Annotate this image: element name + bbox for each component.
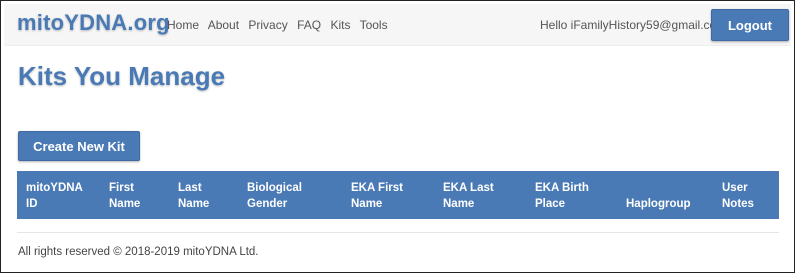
footer-divider bbox=[17, 232, 779, 233]
column-header-line: Notes bbox=[722, 198, 754, 210]
nav-link-about[interactable]: About bbox=[208, 18, 239, 32]
footer-copyright: All rights reserved © 2018-2019 mitoYDNA… bbox=[18, 246, 259, 258]
column-header-biological-gender[interactable]: Biological Gender bbox=[247, 180, 302, 212]
column-header-user-notes[interactable]: User Notes bbox=[722, 180, 754, 212]
column-header-line: Biological bbox=[247, 182, 302, 194]
create-new-kit-button[interactable]: Create New Kit bbox=[18, 131, 140, 161]
column-header-line: Name bbox=[443, 198, 475, 210]
column-header-line: Place bbox=[535, 198, 566, 210]
column-header-line: EKA Last bbox=[443, 182, 494, 194]
column-header-line: Gender bbox=[247, 198, 288, 210]
column-header-haplogroup[interactable]: Haplogroup bbox=[626, 180, 691, 212]
nav-link-kits[interactable]: Kits bbox=[330, 18, 350, 32]
column-header-line: Haplogroup bbox=[626, 198, 691, 210]
navbar: mitoYDNA.org Home About Privacy FAQ Kits… bbox=[4, 4, 791, 46]
column-header-line: Last bbox=[178, 182, 202, 194]
column-header-line: Name bbox=[351, 198, 383, 210]
column-header-last-name[interactable]: Last Name bbox=[178, 180, 209, 212]
column-header-line: EKA First bbox=[351, 182, 403, 194]
column-header-eka-last-name[interactable]: EKA Last Name bbox=[443, 180, 494, 212]
column-header-line: Name bbox=[178, 198, 210, 210]
nav-link-tools[interactable]: Tools bbox=[360, 18, 388, 32]
nav-link-home[interactable]: Home bbox=[167, 18, 199, 32]
column-header-eka-birth-place[interactable]: EKA Birth Place bbox=[535, 180, 589, 212]
user-greeting: Hello iFamilyHistory59@gmail.com! bbox=[540, 18, 730, 32]
column-header-line: mitoYDNA bbox=[26, 182, 83, 194]
column-header-line bbox=[626, 180, 691, 196]
brand-logo[interactable]: mitoYDNA.org bbox=[17, 10, 170, 36]
column-header-line: User bbox=[722, 182, 748, 194]
column-header-line: Name bbox=[109, 198, 141, 210]
column-header-eka-first-name[interactable]: EKA First Name bbox=[351, 180, 403, 212]
nav-link-faq[interactable]: FAQ bbox=[297, 18, 321, 32]
column-header-first-name[interactable]: First Name bbox=[109, 180, 140, 212]
nav-link-privacy[interactable]: Privacy bbox=[248, 18, 287, 32]
column-header-line: EKA Birth bbox=[535, 182, 589, 194]
column-header-line: First bbox=[109, 182, 134, 194]
column-header-line: ID bbox=[26, 198, 38, 210]
column-header-mitoydna-id[interactable]: mitoYDNA ID bbox=[26, 180, 83, 212]
page-title: Kits You Manage bbox=[18, 61, 226, 91]
kits-table-header: mitoYDNA ID First Name Last Name Biologi… bbox=[17, 171, 779, 219]
logout-button[interactable]: Logout bbox=[711, 9, 789, 41]
nav-links: Home About Privacy FAQ Kits Tools bbox=[167, 18, 394, 32]
